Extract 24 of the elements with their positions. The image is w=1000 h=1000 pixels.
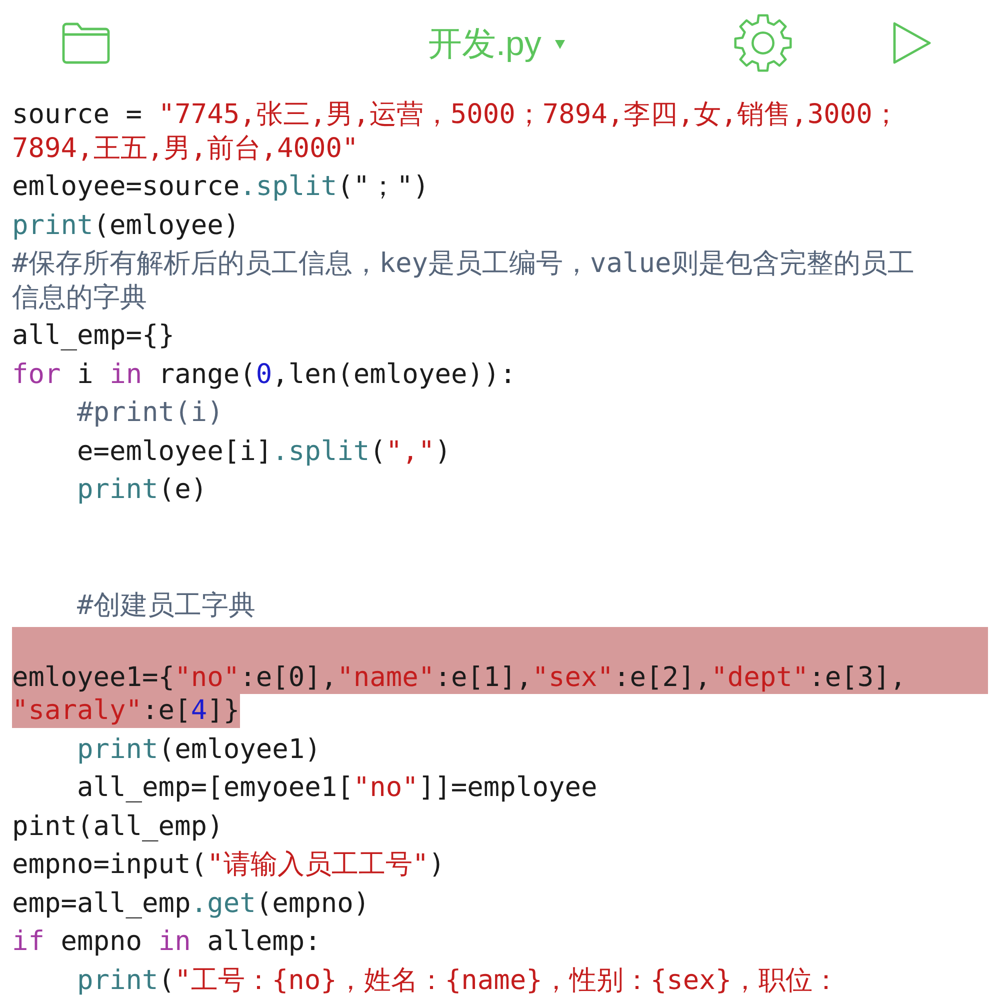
code-line: all_emp={} — [12, 319, 175, 352]
play-icon[interactable] — [893, 22, 931, 64]
code-line: print(emloyee) — [12, 208, 240, 242]
code-line: empno=input("请输入员工工号") — [12, 848, 445, 882]
code-line: 7894,王五,男,前台,4000" — [12, 132, 358, 165]
code-line: pint(all_emp) — [12, 810, 224, 843]
code-line: if empno in allemp: — [12, 925, 321, 958]
code-line: emp=all_emp.get(empno) — [12, 886, 370, 920]
code-line: print("工号：{no}，姓名：{name}，性别：{sex}，职位： — [76, 964, 840, 997]
code-line: #保存所有解析后的员工信息，key是员工编号，value则是包含完整的员工 — [12, 247, 914, 280]
code-line: print(emloyee1) — [76, 732, 321, 766]
file-name-dropdown[interactable]: 开发.py — [428, 27, 566, 61]
code-line: #创建员工字典 — [76, 588, 256, 622]
code-line: for i in range(0,len(emloyee)): — [12, 358, 516, 391]
code-line: 信息的字典 — [12, 280, 147, 314]
code-line: print(e) — [76, 473, 208, 506]
code-line: source = "7745,张三,男,运营，5000；7894,李四,女,销售,3000； — [12, 98, 900, 132]
folder-icon[interactable] — [62, 22, 110, 64]
code-line: emloyee=source.split("；") — [12, 170, 430, 204]
settings-icon[interactable] — [734, 14, 792, 72]
code-line: #print(i) — [76, 396, 224, 430]
code-line: e=emloyee[i].split(",") — [76, 434, 451, 468]
caret-icon — [555, 40, 566, 48]
code-line: all_emp=[emyoee1["no"]]=employee — [76, 771, 598, 804]
